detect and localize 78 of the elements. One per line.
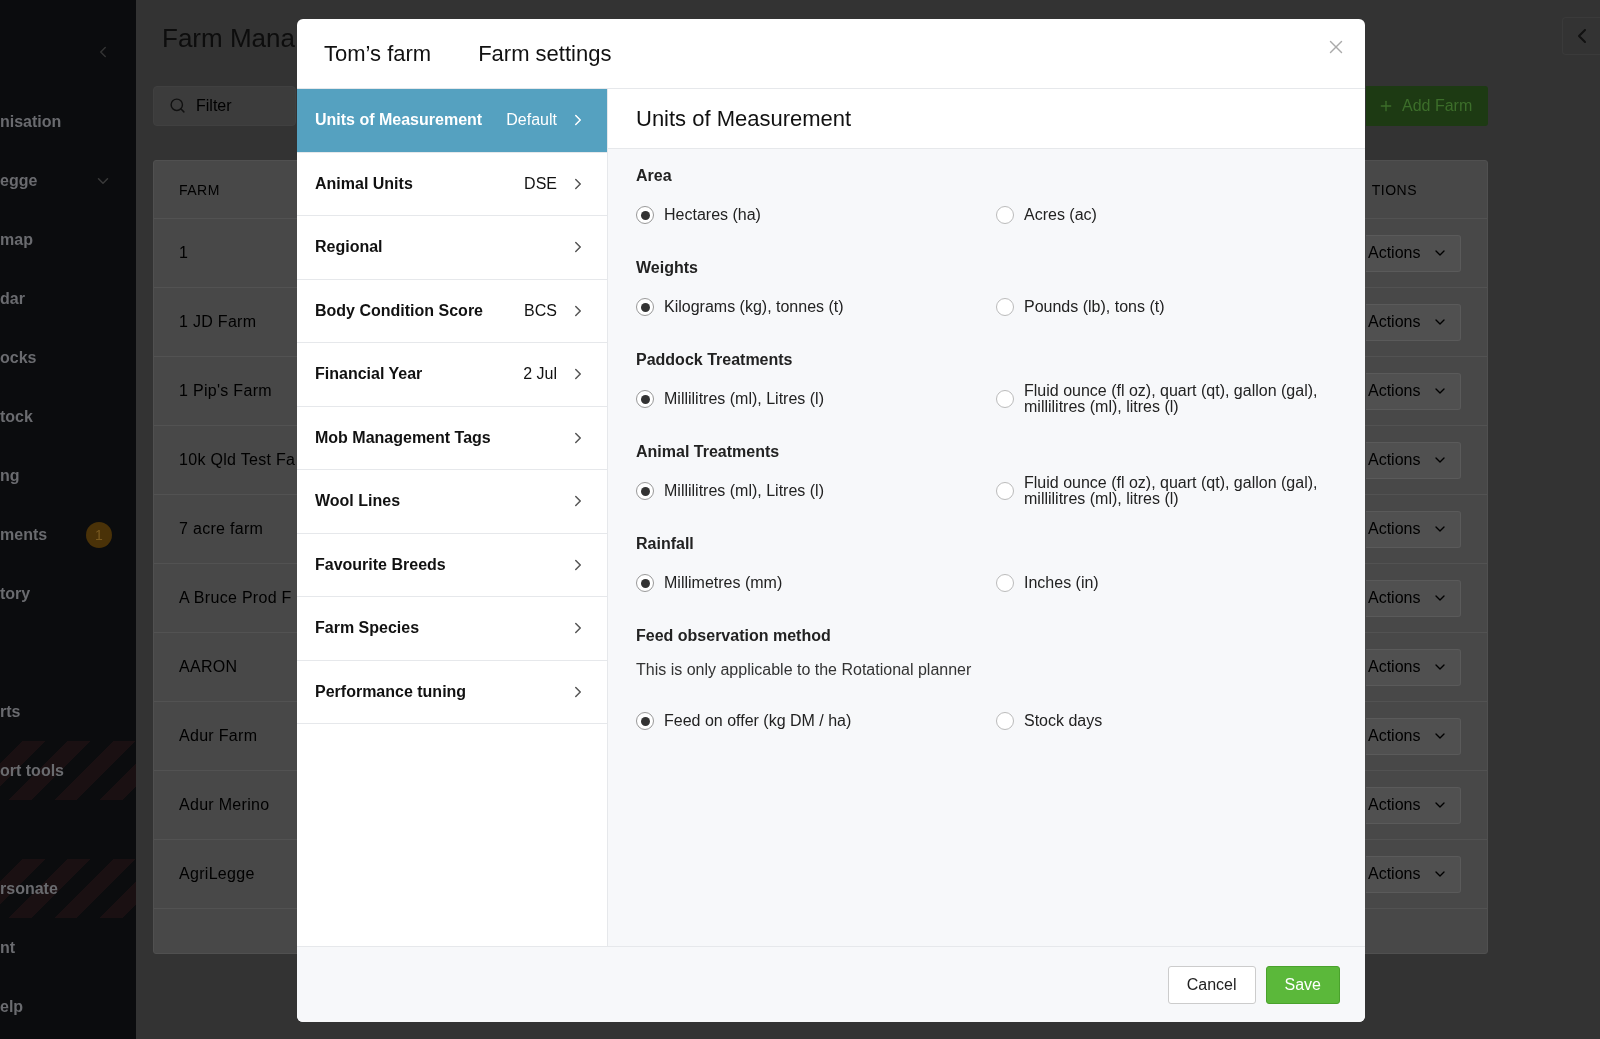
sidebar-item[interactable]: ort tools <box>0 741 136 800</box>
radio-button[interactable] <box>996 712 1014 730</box>
section-label: Rainfall <box>636 535 695 553</box>
radio-button[interactable] <box>996 390 1014 408</box>
sidebar-item[interactable]: tory <box>0 584 31 603</box>
sidebar-item[interactable]: dar <box>0 289 25 308</box>
collapse-button[interactable] <box>1562 17 1600 55</box>
actions-button[interactable]: Actions <box>1366 579 1461 617</box>
radio-button[interactable] <box>636 298 654 316</box>
option-label: Feed on offer (kg DM / ha) <box>664 713 852 729</box>
actions-button[interactable]: Actions <box>1366 786 1461 824</box>
section-label: Paddock Treatments <box>636 351 794 369</box>
radio-button[interactable] <box>636 206 654 224</box>
sidebar-item[interactable]: map <box>0 230 33 249</box>
dialog-subtitle: Farm settings <box>478 40 612 67</box>
dialog-title: Tom’s farm <box>324 40 432 67</box>
section-note: This is only applicable to the Rotational planner <box>636 661 973 679</box>
option-label: Hectares (ha) <box>664 207 761 223</box>
table-cell-text: 1 <box>178 244 189 262</box>
radio-button[interactable] <box>636 574 654 592</box>
plus-icon <box>1378 98 1394 114</box>
cancel-button[interactable]: Cancel <box>1167 965 1256 1004</box>
section-label: Weights <box>636 259 699 277</box>
sidebar-item[interactable]: tock <box>0 407 33 426</box>
option-label: Millilitres (ml), Litres (l) <box>664 483 824 499</box>
sidebar-item[interactable]: ocks <box>0 348 37 367</box>
actions-button[interactable]: Actions <box>1366 648 1461 686</box>
table-cell-text: AARON <box>178 658 238 676</box>
radio-button[interactable] <box>996 574 1014 592</box>
section-label: Area <box>636 167 673 185</box>
sidebar-item[interactable]: ments <box>0 525 48 544</box>
option-label: Fluid ounce (fl oz), quart (qt), gallon (gal), millilitres (ml), litres (l) <box>1024 383 1319 415</box>
sidebar-item[interactable]: rts <box>0 702 21 721</box>
table-cell-text: 10k Qld Test Fa <box>178 451 296 469</box>
sidebar-item[interactable]: rsonate <box>0 859 136 918</box>
option-label: Pounds (lb), tons (t) <box>1024 299 1165 315</box>
option-label: Millilitres (ml), Litres (l) <box>664 391 824 407</box>
table-cell-text: 7 acre farm <box>178 520 264 538</box>
sidebar-item[interactable]: nisation <box>0 112 62 131</box>
actions-button[interactable]: Actions <box>1366 510 1461 548</box>
option-label: Fluid ounce (fl oz), quart (qt), gallon (gal), millilitres (ml), litres (l) <box>1024 475 1319 507</box>
option-label: Inches (in) <box>1024 575 1099 591</box>
chevron-left-icon <box>1577 29 1586 43</box>
section-label: Feed observation method <box>636 627 832 645</box>
actions-button[interactable]: Actions <box>1366 717 1461 755</box>
table-cell-text: AgriLegge <box>178 865 255 883</box>
filter-field[interactable]: Filter <box>153 86 296 126</box>
table-cell-text: Adur Farm <box>178 727 258 745</box>
search-icon <box>169 97 186 114</box>
radio-button[interactable] <box>636 712 654 730</box>
sidebar-item[interactable]: nt <box>0 938 16 957</box>
table-cell-text: 1 Pip's Farm <box>178 382 272 400</box>
radio-button[interactable] <box>996 482 1014 500</box>
actions-button[interactable]: Actions <box>1366 303 1461 341</box>
option-label: Millimetres (mm) <box>664 575 783 591</box>
settings-nav-item[interactable]: Units of Measurement Default <box>297 89 607 153</box>
actions-button[interactable]: Actions <box>1366 855 1461 893</box>
sidebar-item[interactable]: egge <box>0 171 38 190</box>
save-button[interactable]: Save <box>1265 965 1340 1004</box>
radio-button[interactable] <box>636 482 654 500</box>
actions-button[interactable]: Actions <box>1366 441 1461 479</box>
table-cell-text: 1 JD Farm <box>178 313 257 331</box>
section-label: Animal Treatments <box>636 443 781 461</box>
radio-button[interactable] <box>996 298 1014 316</box>
table-cell-text: A Bruce Prod F <box>178 589 292 607</box>
option-label: Kilograms (kg), tonnes (t) <box>664 299 844 315</box>
panel-title: Units of Measurement <box>636 105 852 132</box>
radio-button[interactable] <box>636 390 654 408</box>
option-label: Acres (ac) <box>1024 207 1097 223</box>
actions-button[interactable]: Actions <box>1366 234 1461 272</box>
radio-button[interactable] <box>996 206 1014 224</box>
option-label: Stock days <box>1024 713 1103 729</box>
sidebar-item[interactable]: ng <box>0 466 20 485</box>
table-cell-text: Adur Merino <box>178 796 270 814</box>
actions-button[interactable]: Actions <box>1366 372 1461 410</box>
column-header: TIONS <box>1371 181 1417 198</box>
sidebar-item[interactable]: elp <box>0 997 24 1016</box>
column-header: FARM <box>178 181 220 198</box>
